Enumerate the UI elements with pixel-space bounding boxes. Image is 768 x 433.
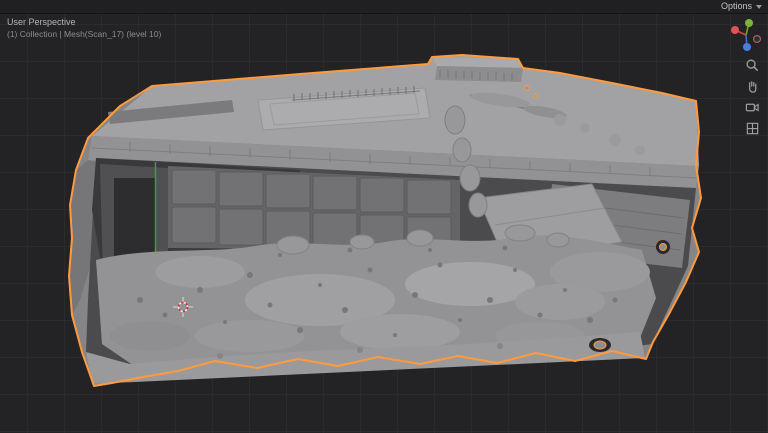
navigation-gizmo[interactable]	[728, 16, 764, 52]
active-object-breadcrumb: (1) Collection | Mesh(Scan_17) (level 10…	[7, 29, 161, 39]
zoom-icon[interactable]	[745, 58, 760, 73]
pan-hand-icon[interactable]	[745, 79, 760, 94]
viewport-3d[interactable]: Options User Perspective (1) Collection …	[0, 0, 768, 433]
options-button[interactable]: Options	[721, 2, 762, 11]
viewport-controls	[745, 58, 760, 136]
camera-view-icon[interactable]	[745, 100, 760, 115]
gizmo-axis-negative-dot[interactable]	[754, 36, 761, 43]
view-perspective-label: User Perspective	[7, 17, 76, 27]
options-label: Options	[721, 2, 752, 11]
gizmo-axis-y-dot[interactable]	[745, 19, 753, 27]
ortho-grid-icon[interactable]	[745, 121, 760, 136]
gizmo-axis-z-dot[interactable]	[743, 43, 751, 51]
viewport-header: Options	[0, 0, 768, 14]
scan-mesh[interactable]	[69, 55, 701, 386]
gizmo-axis-x-dot[interactable]	[731, 26, 739, 34]
chevron-down-icon	[756, 5, 762, 9]
